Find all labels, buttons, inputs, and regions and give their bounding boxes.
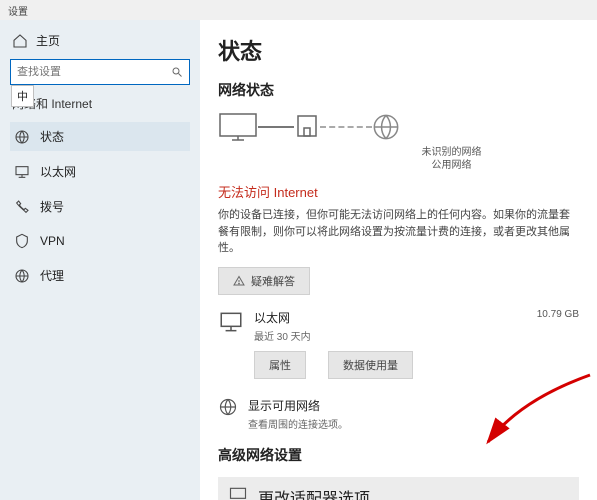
page-title: 状态 bbox=[218, 34, 579, 66]
show-networks-title: 显示可用网络 bbox=[248, 397, 348, 414]
nav-label: 代理 bbox=[40, 267, 64, 284]
content-area: 状态 网络状态 未识别的网络 公用网络 无法访问 Internet 你的设备已连… bbox=[200, 20, 597, 500]
computer-icon bbox=[218, 112, 258, 142]
adapter-options-link[interactable]: 更改适配器选项 查看网络适配器并更改连接设置。 bbox=[218, 477, 579, 500]
proxy-icon bbox=[14, 268, 30, 284]
ethernet-card-icon bbox=[218, 309, 244, 335]
error-title: 无法访问 Internet bbox=[218, 182, 579, 201]
ethernet-row: 以太网 最近 30 天内 10.79 GB bbox=[218, 309, 579, 343]
nav-item-vpn[interactable]: VPN bbox=[10, 227, 190, 255]
network-caption: 未识别的网络 公用网络 bbox=[324, 146, 579, 172]
window-titlebar: 设置 bbox=[0, 0, 597, 20]
connection-line-solid bbox=[258, 126, 294, 128]
troubleshoot-button[interactable]: 疑难解答 bbox=[218, 267, 310, 295]
sidebar: 主页 中 网络和 Internet 状态 以太网 拨号 VPN 代理 bbox=[0, 20, 200, 500]
properties-button[interactable]: 属性 bbox=[254, 351, 306, 379]
nav-label: 以太网 bbox=[40, 163, 76, 180]
home-icon bbox=[12, 33, 28, 49]
warning-icon bbox=[233, 275, 245, 287]
nav-item-status[interactable]: 状态 bbox=[10, 122, 190, 151]
dialup-icon bbox=[14, 199, 30, 215]
status-icon bbox=[14, 129, 30, 145]
router-icon bbox=[294, 112, 320, 142]
nav-section-header: 网络和 Internet bbox=[10, 91, 190, 116]
ethernet-data-usage: 10.79 GB bbox=[537, 309, 579, 320]
vpn-icon bbox=[14, 233, 30, 249]
nav-label: 状态 bbox=[40, 128, 64, 145]
network-status-heading: 网络状态 bbox=[218, 80, 579, 100]
advanced-heading: 高级网络设置 bbox=[218, 445, 579, 465]
ethernet-name: 以太网 bbox=[254, 309, 527, 326]
globe-icon bbox=[372, 113, 400, 141]
nav-item-ethernet[interactable]: 以太网 bbox=[10, 157, 190, 186]
globe-small-icon bbox=[218, 397, 238, 417]
search-icon bbox=[171, 66, 183, 78]
ethernet-icon bbox=[14, 164, 30, 180]
search-input[interactable] bbox=[17, 66, 171, 78]
home-label: 主页 bbox=[36, 32, 60, 49]
nav-label: 拨号 bbox=[40, 198, 64, 215]
data-usage-button[interactable]: 数据使用量 bbox=[328, 351, 413, 379]
troubleshoot-label: 疑难解答 bbox=[251, 273, 295, 289]
adapter-title: 更改适配器选项 bbox=[258, 485, 498, 500]
window-title: 设置 bbox=[8, 7, 28, 18]
nav-item-proxy[interactable]: 代理 bbox=[10, 261, 190, 290]
network-diagram bbox=[218, 112, 579, 142]
ime-indicator: 中 bbox=[11, 85, 34, 107]
ethernet-sub: 最近 30 天内 bbox=[254, 328, 527, 343]
search-input-wrap[interactable]: 中 bbox=[10, 59, 190, 85]
show-networks-link[interactable]: 显示可用网络 查看周围的连接选项。 bbox=[218, 397, 579, 431]
home-nav[interactable]: 主页 bbox=[10, 28, 190, 53]
show-networks-sub: 查看周围的连接选项。 bbox=[248, 416, 348, 431]
adapter-icon bbox=[228, 485, 248, 500]
nav-label: VPN bbox=[40, 234, 65, 248]
connection-line-dashed bbox=[320, 126, 372, 128]
error-body: 你的设备已连接，但你可能无法访问网络上的任何内容。如果你的流量套餐有限制，则你可… bbox=[218, 207, 579, 257]
nav-item-dialup[interactable]: 拨号 bbox=[10, 192, 190, 221]
